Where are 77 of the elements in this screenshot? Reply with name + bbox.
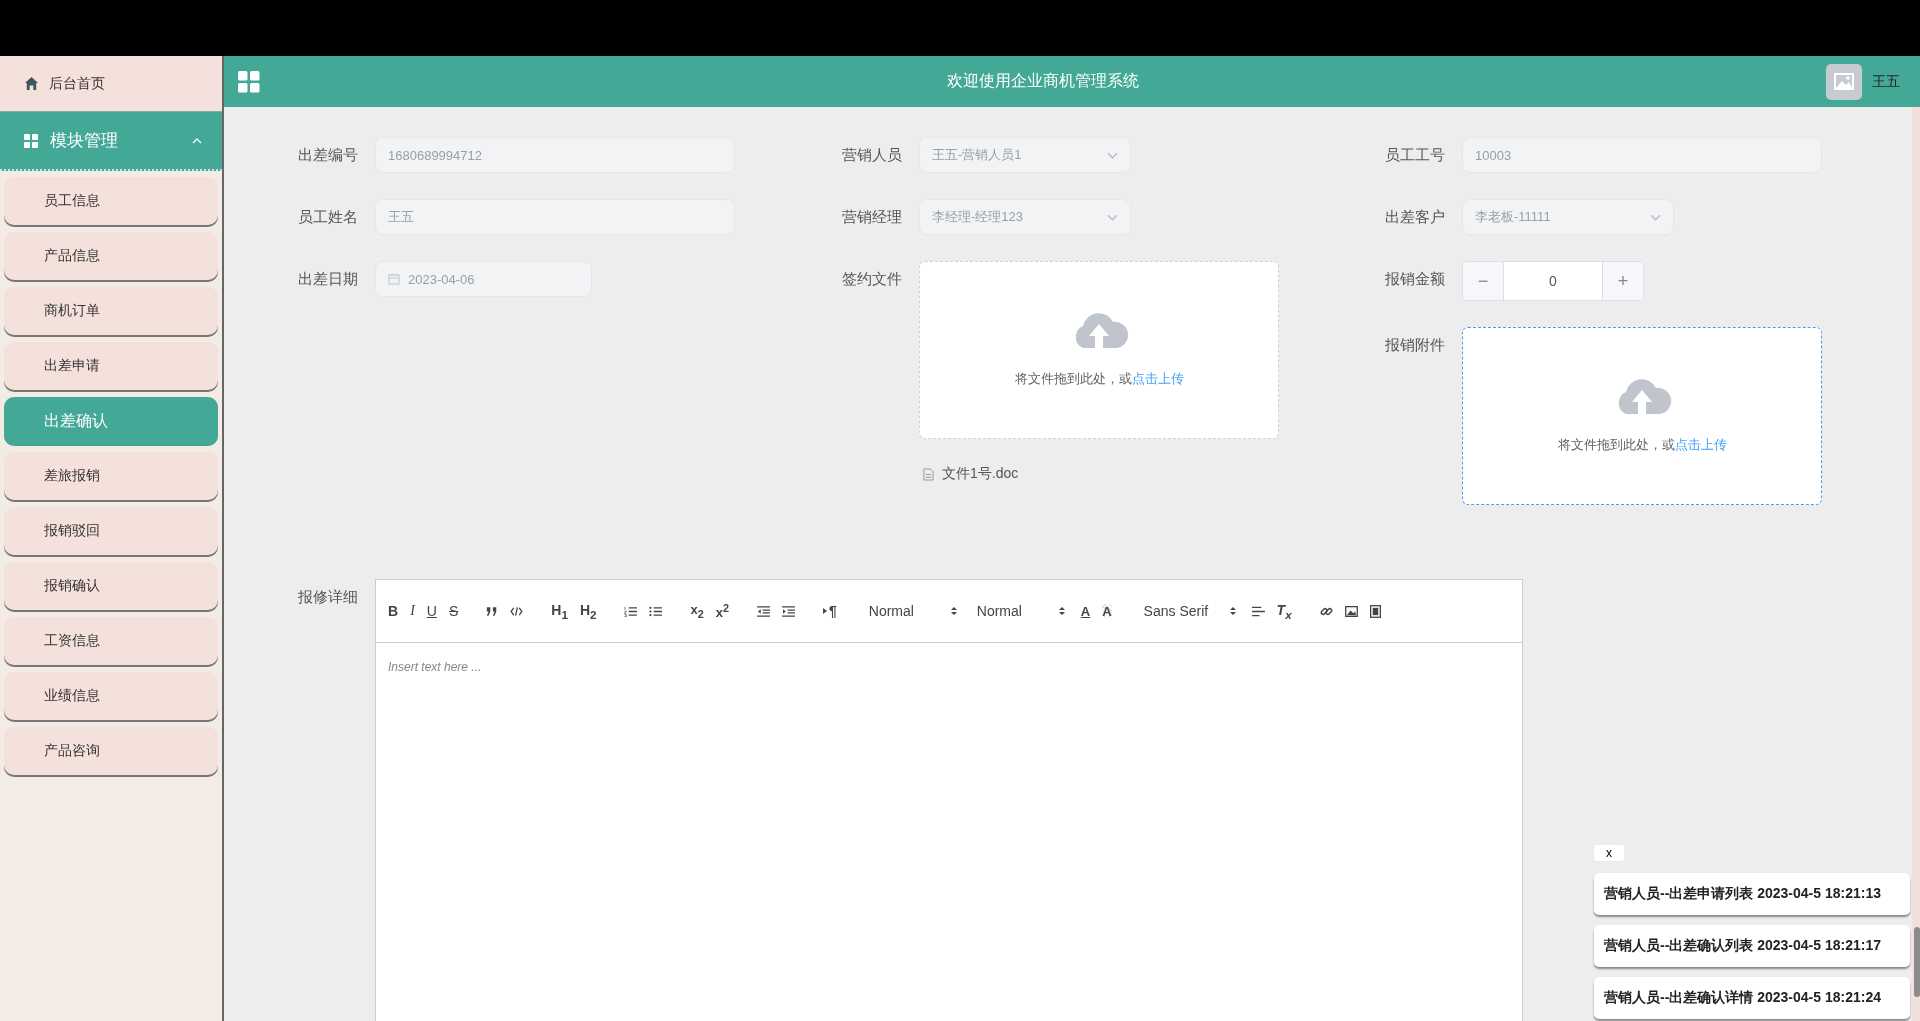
upload-hint: 将文件拖到此处，或点击上传 xyxy=(1557,436,1727,454)
number-stepper[interactable]: − 0 + xyxy=(1462,261,1644,301)
upload-dropzone[interactable]: 将文件拖到此处，或点击上传 xyxy=(919,261,1279,439)
home-label: 后台首页 xyxy=(49,74,105,93)
notification: 营销人员--出差确认列表 2023-04-5 18:21:17 xyxy=(1594,925,1910,967)
field-label: 签约文件 xyxy=(842,269,903,289)
sort-arrows-icon xyxy=(950,606,957,616)
indent-icon[interactable] xyxy=(782,605,795,617)
align-icon[interactable] xyxy=(1251,605,1265,617)
quote-icon[interactable] xyxy=(486,606,499,616)
header-title: 欢迎使用企业商机管理系统 xyxy=(946,71,1140,91)
format-button[interactable]: I xyxy=(410,603,415,619)
ordered-list-icon[interactable] xyxy=(624,605,638,617)
field-label: 报修详细 xyxy=(298,587,359,607)
font-dropdown[interactable]: Sans Serif xyxy=(1139,603,1240,619)
field-label: 出差编号 xyxy=(298,145,359,165)
avatar-icon[interactable] xyxy=(1826,63,1862,100)
field-label: 员工工号 xyxy=(1385,145,1446,165)
grid-icon xyxy=(24,133,38,148)
field-label: 营销经理 xyxy=(842,207,903,227)
sidebar-item[interactable]: 工资信息 xyxy=(4,617,218,665)
format-button[interactable]: S xyxy=(448,603,459,619)
field-label: 出差日期 xyxy=(298,269,359,289)
format-dropdown[interactable]: Normal xyxy=(972,603,1069,619)
upload-dropzone[interactable]: 将文件拖到此处，或点击上传 xyxy=(1462,327,1822,505)
text-area[interactable]: Insert text here ... xyxy=(376,643,1522,1021)
decrement-button[interactable]: − xyxy=(1463,262,1503,300)
field-label: 报销金额 xyxy=(1385,269,1446,289)
chevron-down-icon xyxy=(1650,213,1661,221)
home-icon xyxy=(24,76,39,91)
outdent-icon[interactable] xyxy=(757,605,770,617)
sidebar-item[interactable]: 产品咨询 xyxy=(4,727,218,775)
sidebar-item[interactable]: 差旅报销 xyxy=(4,452,218,500)
chevron-down-icon xyxy=(1107,151,1118,159)
sidebar-item[interactable]: 报销确认 xyxy=(4,562,218,610)
sidebar-item[interactable]: 产品信息 xyxy=(4,232,218,280)
sidebar-item[interactable]: 商机订单 xyxy=(4,287,218,335)
field-label: 营销人员 xyxy=(842,145,903,165)
script-button[interactable]: x$_{2}$ xyxy=(690,602,704,620)
close-button[interactable]: x xyxy=(1594,845,1624,861)
triangle-icon xyxy=(823,608,827,614)
field-label: 出差客户 xyxy=(1385,207,1446,227)
heading-button[interactable]: H$_{1}$ xyxy=(551,601,568,621)
field-label: 员工姓名 xyxy=(298,207,359,227)
notification: 营销人员--出差申请列表 2023-04-5 18:21:13 xyxy=(1594,873,1910,915)
sidebar-item[interactable]: 业绩信息 xyxy=(4,672,218,720)
heading-button[interactable]: H$_{2}$ xyxy=(579,601,597,621)
document-icon xyxy=(923,467,934,481)
notification: 营销人员--出差确认详情 2023-04-5 18:21:24 xyxy=(1594,977,1910,1019)
upload-hint: 将文件拖到此处，或点击上传 xyxy=(1014,370,1184,388)
format-button[interactable]: B xyxy=(388,603,399,619)
user-name: 王五 xyxy=(1872,72,1900,91)
home-menu-item[interactable]: 后台首页 xyxy=(0,56,222,112)
scrollbar[interactable] xyxy=(1914,107,1920,1021)
calendar-icon xyxy=(388,273,400,285)
module-label: 模块管理 xyxy=(50,130,119,152)
code-icon[interactable] xyxy=(510,606,524,616)
script-button[interactable]: x$^{2}$ xyxy=(715,601,729,621)
sort-arrows-icon xyxy=(1058,606,1065,616)
sort-arrows-icon xyxy=(1229,606,1236,616)
video-icon[interactable] xyxy=(1369,604,1381,618)
chevron-down-icon xyxy=(1107,213,1118,221)
sidebar-item[interactable]: 员工信息 xyxy=(4,177,218,225)
field-label: 报销附件 xyxy=(1385,335,1446,355)
chevron-icon xyxy=(192,137,202,144)
format-button[interactable]: U xyxy=(426,603,437,619)
file-name[interactable]: 文件1号.doc xyxy=(942,465,1019,483)
clear-format-button[interactable]: T$_{x}$ xyxy=(1276,601,1292,621)
bullet-list-icon[interactable] xyxy=(649,605,663,617)
sidebar-item[interactable]: 出差申请 xyxy=(4,342,218,390)
image-icon[interactable] xyxy=(1344,605,1358,617)
menu-icon[interactable] xyxy=(238,70,260,93)
color-button[interactable]: A xyxy=(1080,603,1091,619)
text-direction-button[interactable]: ¶ xyxy=(823,603,837,619)
color-button[interactable]: A xyxy=(1102,603,1112,619)
sidebar-item[interactable]: 报销驳回 xyxy=(4,507,218,555)
format-dropdown[interactable]: Normal xyxy=(864,603,961,619)
